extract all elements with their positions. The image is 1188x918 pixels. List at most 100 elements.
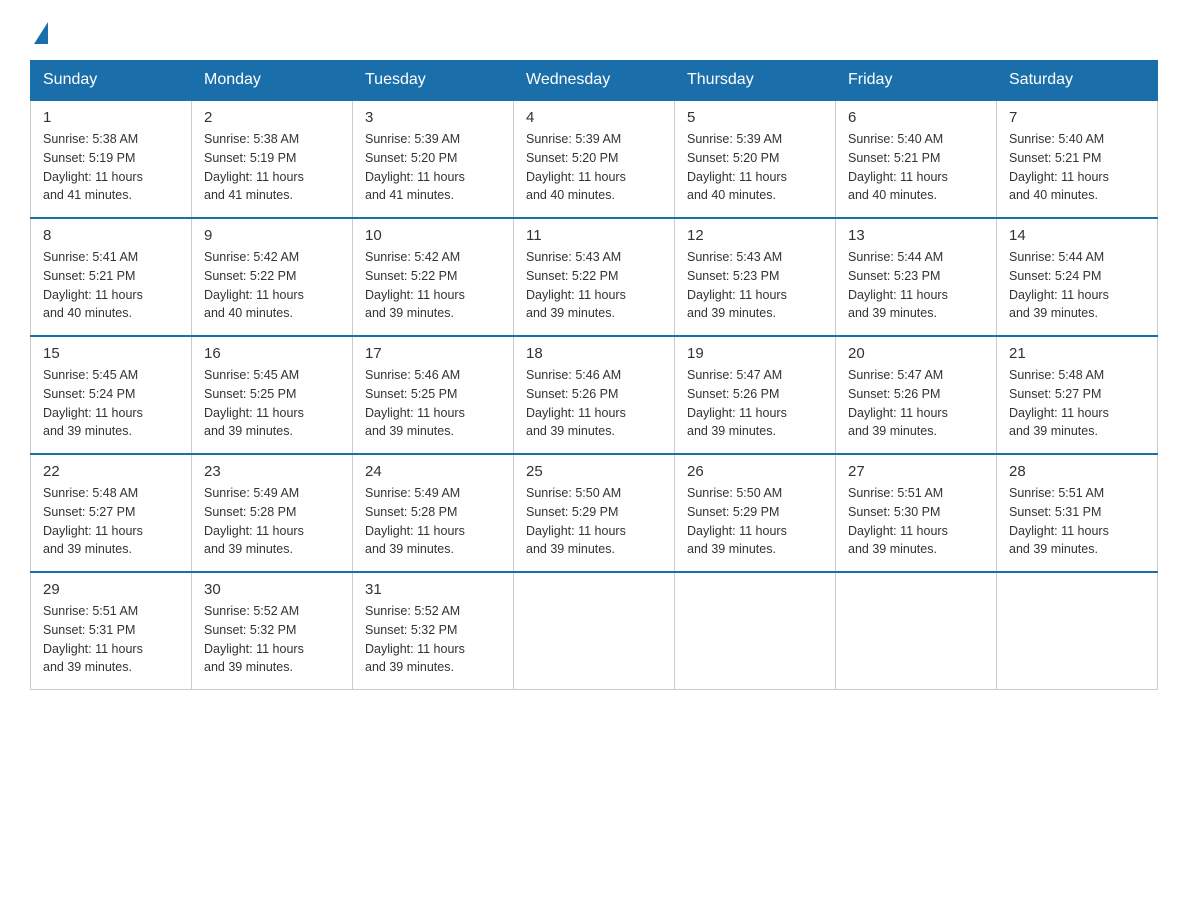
day-number: 22 bbox=[43, 463, 179, 480]
day-info: Sunrise: 5:45 AMSunset: 5:24 PMDaylight:… bbox=[43, 366, 179, 441]
calendar-header-row: SundayMondayTuesdayWednesdayThursdayFrid… bbox=[31, 61, 1158, 101]
calendar-cell: 24 Sunrise: 5:49 AMSunset: 5:28 PMDaylig… bbox=[353, 454, 514, 572]
day-number: 16 bbox=[204, 345, 340, 362]
calendar-cell bbox=[514, 572, 675, 690]
day-info: Sunrise: 5:46 AMSunset: 5:26 PMDaylight:… bbox=[526, 366, 662, 441]
calendar-cell: 30 Sunrise: 5:52 AMSunset: 5:32 PMDaylig… bbox=[192, 572, 353, 690]
day-info: Sunrise: 5:52 AMSunset: 5:32 PMDaylight:… bbox=[365, 602, 501, 677]
calendar-cell: 19 Sunrise: 5:47 AMSunset: 5:26 PMDaylig… bbox=[675, 336, 836, 454]
day-number: 1 bbox=[43, 109, 179, 126]
day-number: 11 bbox=[526, 227, 662, 244]
day-info: Sunrise: 5:43 AMSunset: 5:23 PMDaylight:… bbox=[687, 248, 823, 323]
calendar-cell: 13 Sunrise: 5:44 AMSunset: 5:23 PMDaylig… bbox=[836, 218, 997, 336]
day-number: 14 bbox=[1009, 227, 1145, 244]
calendar-week-row: 22 Sunrise: 5:48 AMSunset: 5:27 PMDaylig… bbox=[31, 454, 1158, 572]
day-number: 12 bbox=[687, 227, 823, 244]
day-info: Sunrise: 5:38 AMSunset: 5:19 PMDaylight:… bbox=[204, 130, 340, 205]
calendar-cell: 20 Sunrise: 5:47 AMSunset: 5:26 PMDaylig… bbox=[836, 336, 997, 454]
day-number: 9 bbox=[204, 227, 340, 244]
calendar-cell: 8 Sunrise: 5:41 AMSunset: 5:21 PMDayligh… bbox=[31, 218, 192, 336]
logo bbox=[30, 20, 48, 40]
calendar-cell: 29 Sunrise: 5:51 AMSunset: 5:31 PMDaylig… bbox=[31, 572, 192, 690]
calendar-cell: 26 Sunrise: 5:50 AMSunset: 5:29 PMDaylig… bbox=[675, 454, 836, 572]
calendar-cell: 25 Sunrise: 5:50 AMSunset: 5:29 PMDaylig… bbox=[514, 454, 675, 572]
calendar-cell: 2 Sunrise: 5:38 AMSunset: 5:19 PMDayligh… bbox=[192, 100, 353, 218]
calendar-week-row: 29 Sunrise: 5:51 AMSunset: 5:31 PMDaylig… bbox=[31, 572, 1158, 690]
day-number: 30 bbox=[204, 581, 340, 598]
day-number: 29 bbox=[43, 581, 179, 598]
day-info: Sunrise: 5:39 AMSunset: 5:20 PMDaylight:… bbox=[526, 130, 662, 205]
calendar-cell: 3 Sunrise: 5:39 AMSunset: 5:20 PMDayligh… bbox=[353, 100, 514, 218]
calendar-header-tuesday: Tuesday bbox=[353, 61, 514, 101]
day-info: Sunrise: 5:44 AMSunset: 5:24 PMDaylight:… bbox=[1009, 248, 1145, 323]
calendar-cell: 15 Sunrise: 5:45 AMSunset: 5:24 PMDaylig… bbox=[31, 336, 192, 454]
calendar-cell: 17 Sunrise: 5:46 AMSunset: 5:25 PMDaylig… bbox=[353, 336, 514, 454]
day-number: 31 bbox=[365, 581, 501, 598]
logo-triangle-icon bbox=[34, 22, 48, 44]
day-info: Sunrise: 5:45 AMSunset: 5:25 PMDaylight:… bbox=[204, 366, 340, 441]
day-number: 3 bbox=[365, 109, 501, 126]
calendar-cell: 10 Sunrise: 5:42 AMSunset: 5:22 PMDaylig… bbox=[353, 218, 514, 336]
calendar-cell: 28 Sunrise: 5:51 AMSunset: 5:31 PMDaylig… bbox=[997, 454, 1158, 572]
day-number: 8 bbox=[43, 227, 179, 244]
calendar-cell: 5 Sunrise: 5:39 AMSunset: 5:20 PMDayligh… bbox=[675, 100, 836, 218]
calendar-cell: 22 Sunrise: 5:48 AMSunset: 5:27 PMDaylig… bbox=[31, 454, 192, 572]
day-number: 28 bbox=[1009, 463, 1145, 480]
day-info: Sunrise: 5:42 AMSunset: 5:22 PMDaylight:… bbox=[204, 248, 340, 323]
day-number: 10 bbox=[365, 227, 501, 244]
day-number: 21 bbox=[1009, 345, 1145, 362]
calendar-cell: 23 Sunrise: 5:49 AMSunset: 5:28 PMDaylig… bbox=[192, 454, 353, 572]
calendar-cell: 9 Sunrise: 5:42 AMSunset: 5:22 PMDayligh… bbox=[192, 218, 353, 336]
calendar-cell bbox=[675, 572, 836, 690]
day-info: Sunrise: 5:43 AMSunset: 5:22 PMDaylight:… bbox=[526, 248, 662, 323]
calendar-cell: 18 Sunrise: 5:46 AMSunset: 5:26 PMDaylig… bbox=[514, 336, 675, 454]
day-number: 2 bbox=[204, 109, 340, 126]
day-info: Sunrise: 5:47 AMSunset: 5:26 PMDaylight:… bbox=[687, 366, 823, 441]
day-number: 27 bbox=[848, 463, 984, 480]
day-number: 26 bbox=[687, 463, 823, 480]
day-info: Sunrise: 5:48 AMSunset: 5:27 PMDaylight:… bbox=[43, 484, 179, 559]
calendar-header-monday: Monday bbox=[192, 61, 353, 101]
calendar-cell: 12 Sunrise: 5:43 AMSunset: 5:23 PMDaylig… bbox=[675, 218, 836, 336]
day-number: 5 bbox=[687, 109, 823, 126]
day-info: Sunrise: 5:51 AMSunset: 5:31 PMDaylight:… bbox=[1009, 484, 1145, 559]
day-number: 18 bbox=[526, 345, 662, 362]
calendar-header-wednesday: Wednesday bbox=[514, 61, 675, 101]
calendar-body: 1 Sunrise: 5:38 AMSunset: 5:19 PMDayligh… bbox=[31, 100, 1158, 690]
calendar-cell: 1 Sunrise: 5:38 AMSunset: 5:19 PMDayligh… bbox=[31, 100, 192, 218]
calendar-header-sunday: Sunday bbox=[31, 61, 192, 101]
calendar-cell bbox=[836, 572, 997, 690]
calendar-table: SundayMondayTuesdayWednesdayThursdayFrid… bbox=[30, 60, 1158, 690]
calendar-cell: 7 Sunrise: 5:40 AMSunset: 5:21 PMDayligh… bbox=[997, 100, 1158, 218]
calendar-week-row: 1 Sunrise: 5:38 AMSunset: 5:19 PMDayligh… bbox=[31, 100, 1158, 218]
calendar-week-row: 8 Sunrise: 5:41 AMSunset: 5:21 PMDayligh… bbox=[31, 218, 1158, 336]
page-header bbox=[30, 20, 1158, 40]
day-info: Sunrise: 5:39 AMSunset: 5:20 PMDaylight:… bbox=[365, 130, 501, 205]
day-info: Sunrise: 5:52 AMSunset: 5:32 PMDaylight:… bbox=[204, 602, 340, 677]
calendar-cell: 14 Sunrise: 5:44 AMSunset: 5:24 PMDaylig… bbox=[997, 218, 1158, 336]
calendar-header-friday: Friday bbox=[836, 61, 997, 101]
calendar-week-row: 15 Sunrise: 5:45 AMSunset: 5:24 PMDaylig… bbox=[31, 336, 1158, 454]
day-number: 25 bbox=[526, 463, 662, 480]
day-number: 23 bbox=[204, 463, 340, 480]
calendar-cell bbox=[997, 572, 1158, 690]
calendar-cell: 11 Sunrise: 5:43 AMSunset: 5:22 PMDaylig… bbox=[514, 218, 675, 336]
day-info: Sunrise: 5:44 AMSunset: 5:23 PMDaylight:… bbox=[848, 248, 984, 323]
day-number: 13 bbox=[848, 227, 984, 244]
day-number: 24 bbox=[365, 463, 501, 480]
calendar-header-saturday: Saturday bbox=[997, 61, 1158, 101]
day-number: 19 bbox=[687, 345, 823, 362]
day-info: Sunrise: 5:49 AMSunset: 5:28 PMDaylight:… bbox=[365, 484, 501, 559]
day-info: Sunrise: 5:49 AMSunset: 5:28 PMDaylight:… bbox=[204, 484, 340, 559]
day-info: Sunrise: 5:50 AMSunset: 5:29 PMDaylight:… bbox=[526, 484, 662, 559]
day-info: Sunrise: 5:51 AMSunset: 5:30 PMDaylight:… bbox=[848, 484, 984, 559]
day-info: Sunrise: 5:46 AMSunset: 5:25 PMDaylight:… bbox=[365, 366, 501, 441]
day-number: 4 bbox=[526, 109, 662, 126]
day-info: Sunrise: 5:39 AMSunset: 5:20 PMDaylight:… bbox=[687, 130, 823, 205]
day-number: 20 bbox=[848, 345, 984, 362]
day-number: 7 bbox=[1009, 109, 1145, 126]
calendar-header-thursday: Thursday bbox=[675, 61, 836, 101]
day-info: Sunrise: 5:51 AMSunset: 5:31 PMDaylight:… bbox=[43, 602, 179, 677]
calendar-cell: 16 Sunrise: 5:45 AMSunset: 5:25 PMDaylig… bbox=[192, 336, 353, 454]
day-number: 17 bbox=[365, 345, 501, 362]
